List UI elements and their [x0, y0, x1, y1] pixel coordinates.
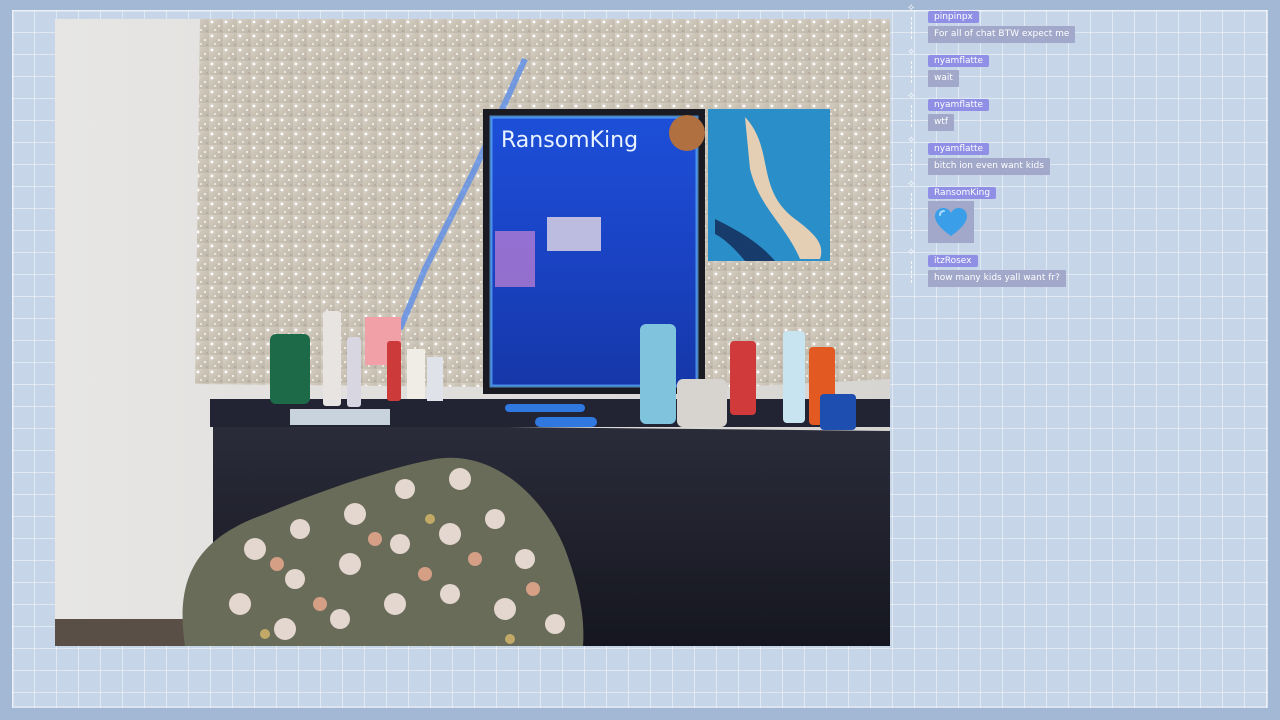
- bottle: [323, 311, 341, 406]
- chat-message: ✧ RansomKing: [904, 180, 1204, 243]
- chat-message: ✧ nyamflatte wtf: [904, 92, 1204, 131]
- speaker: [677, 379, 727, 427]
- chat-text: wait: [928, 70, 959, 87]
- message-rail: [911, 17, 913, 39]
- bottle: [347, 337, 361, 407]
- chat-message: ✧ nyamflatte bitch ion even want kids: [904, 136, 1204, 175]
- message-rail: [911, 193, 913, 239]
- blue-item: [535, 417, 597, 427]
- green-bag: [270, 334, 310, 404]
- sparkle-icon: ✧: [907, 47, 916, 58]
- sparkle-icon: ✧: [907, 91, 916, 102]
- chat-emote: [928, 201, 974, 243]
- chat-username: nyamflatte: [928, 55, 990, 67]
- chat-username: nyamflatte: [928, 99, 990, 111]
- mirror-photo: [547, 217, 601, 251]
- paper: [290, 409, 390, 425]
- sparkle-icon: ✧: [907, 135, 916, 146]
- mirror-lettering: RansomKing: [501, 128, 638, 153]
- webcam-scene: RansomKing: [55, 19, 890, 646]
- bottle: [407, 349, 425, 399]
- chat-message: ✧ itzRosex how many kids yall want fr?: [904, 248, 1204, 287]
- chat-message: ✧ pinpinpx For all of chat BTW expect me: [904, 4, 1204, 43]
- chat-username: pinpinpx: [928, 11, 979, 23]
- chat-text: wtf: [928, 114, 955, 131]
- sparkle-icon: ✧: [907, 179, 916, 190]
- red-bottle: [730, 341, 756, 415]
- chat-text: For all of chat BTW expect me: [928, 26, 1076, 43]
- message-rail: [911, 261, 913, 283]
- message-rail: [911, 105, 913, 127]
- tumbler: [640, 324, 676, 424]
- sparkle-icon: ✧: [907, 247, 916, 258]
- message-rail: [911, 149, 913, 171]
- chat-overlay: ✧ pinpinpx For all of chat BTW expect me…: [904, 4, 1204, 304]
- blue-item: [505, 404, 585, 412]
- chat-text: how many kids yall want fr?: [928, 270, 1066, 287]
- mirror-reflection: [495, 231, 535, 287]
- chat-username: RansomKing: [928, 187, 997, 199]
- webcam-feed: RansomKing: [55, 19, 890, 646]
- red-bottle: [387, 341, 401, 401]
- chat-username: itzRosex: [928, 255, 978, 267]
- blue-heart-icon: [935, 208, 967, 236]
- message-rail: [911, 61, 913, 83]
- blue-jar: [820, 394, 856, 430]
- lotion-bottle: [783, 331, 805, 423]
- chat-username: nyamflatte: [928, 143, 990, 155]
- bottle: [427, 357, 443, 401]
- chat-message: ✧ nyamflatte wait: [904, 48, 1204, 87]
- floor: [55, 619, 195, 646]
- mirror-ornament: [669, 115, 705, 151]
- chat-text: bitch ion even want kids: [928, 158, 1050, 175]
- sparkle-icon: ✧: [907, 3, 916, 14]
